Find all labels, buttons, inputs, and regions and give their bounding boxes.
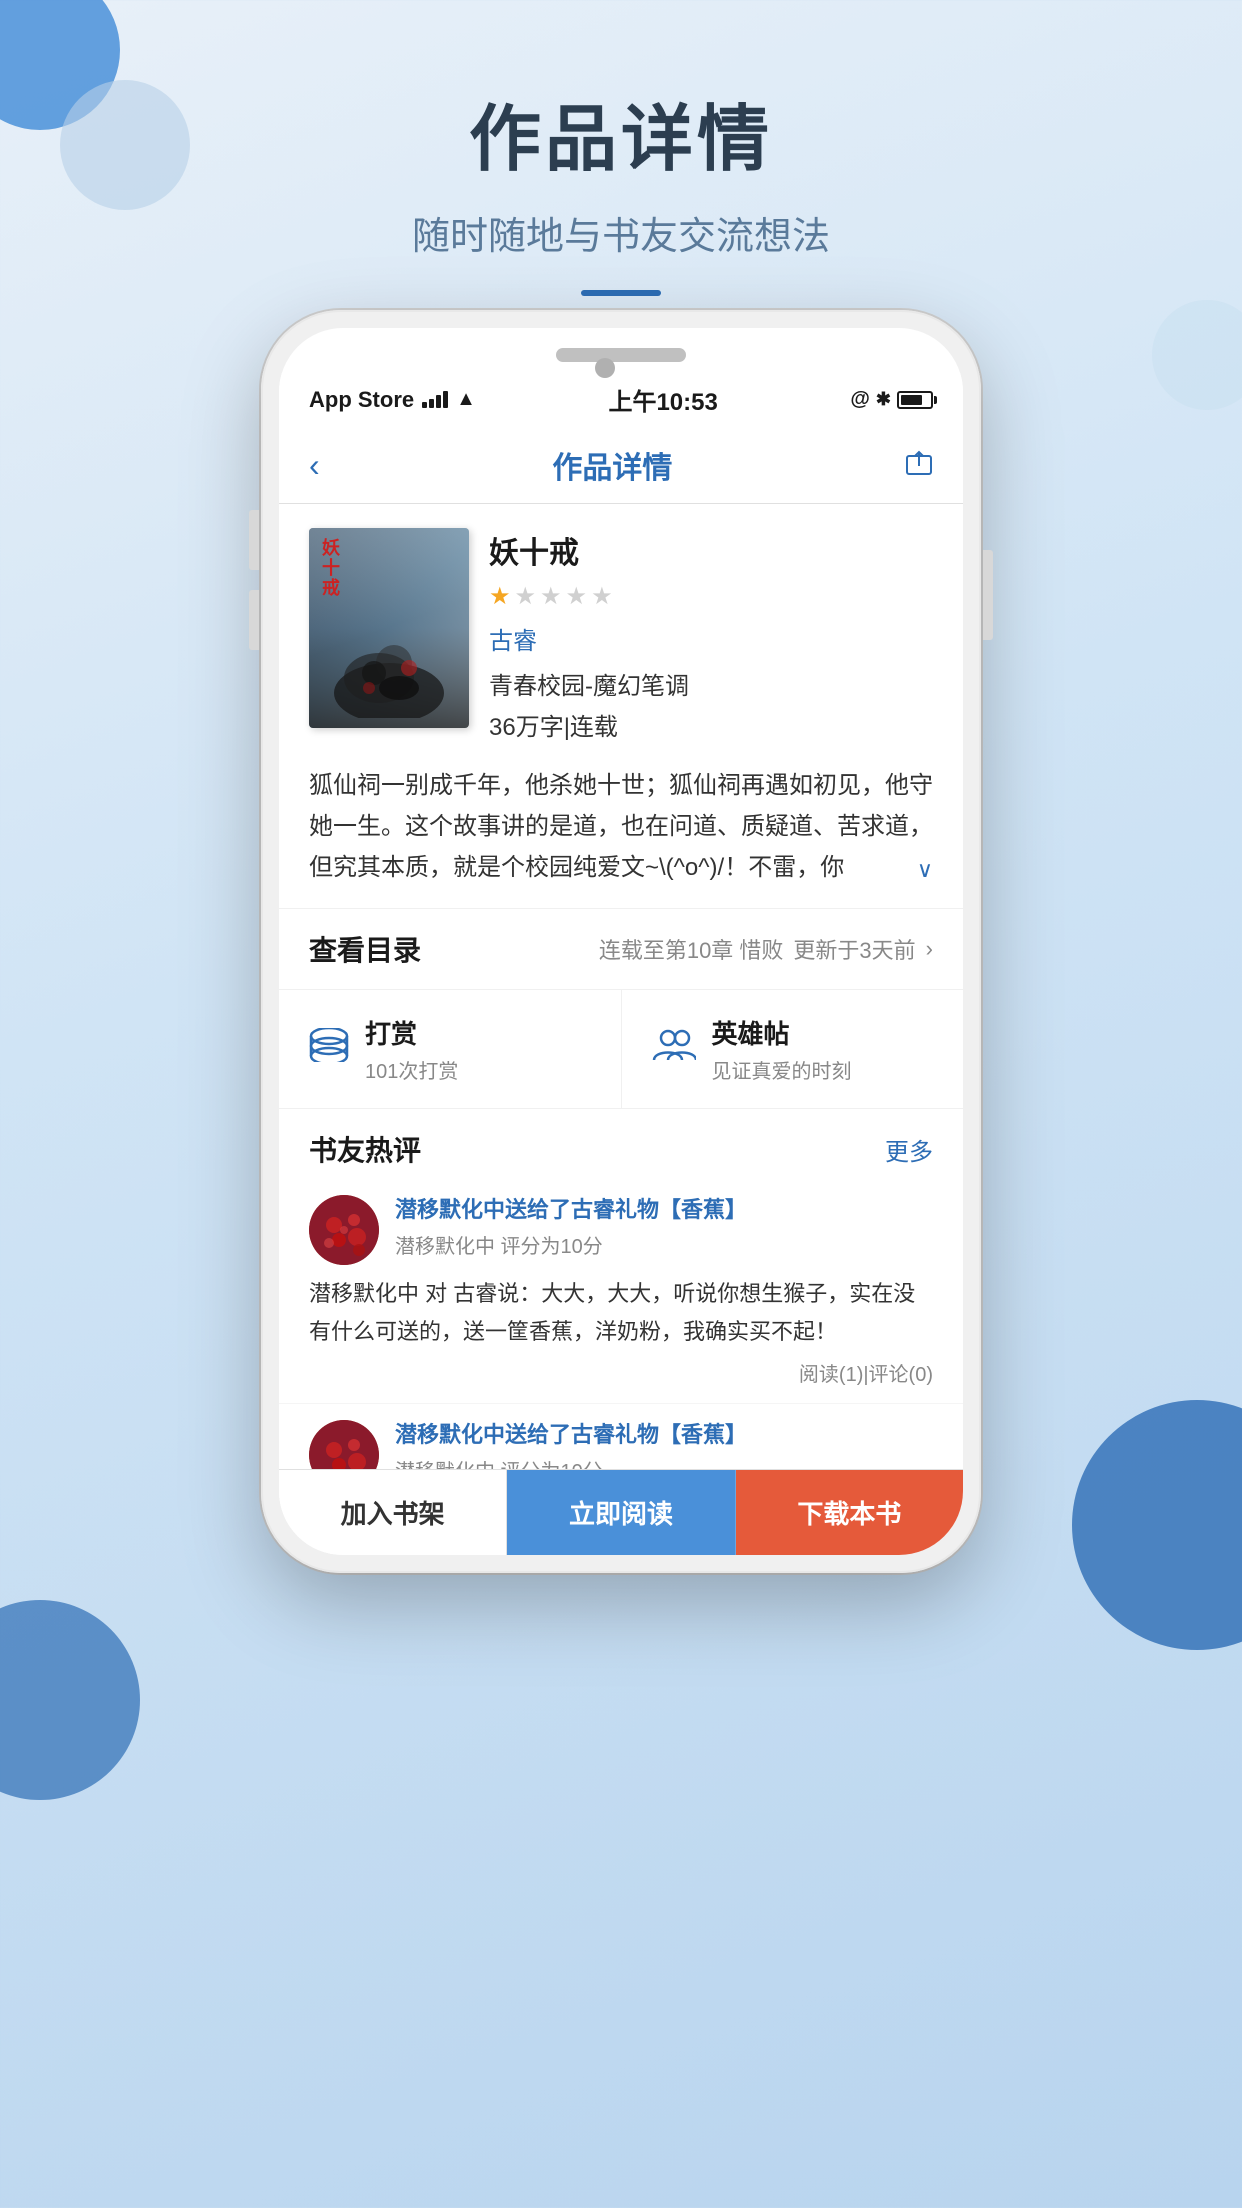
reviews-more-button[interactable]: 更多 (885, 1132, 933, 1167)
location-icon: @ (850, 388, 870, 411)
power-button (983, 550, 993, 640)
volume-up-button (249, 510, 259, 570)
review-title-2[interactable]: 潜移默化中送给了古睿礼物【香蕉】 (395, 1420, 933, 1451)
star-1: ★ (489, 582, 511, 611)
catalog-label: 查看目录 (309, 929, 421, 969)
reviews-header: 书友热评 更多 (279, 1109, 963, 1179)
front-camera (595, 358, 615, 378)
review-meta: 潜移默化中送给了古睿礼物【香蕉】 潜移默化中 评分为10分 (395, 1195, 933, 1259)
review-header: 潜移默化中送给了古睿礼物【香蕉】 潜移默化中 评分为10分 (309, 1195, 933, 1265)
add-shelf-button[interactable]: 加入书架 (279, 1470, 507, 1555)
signal-icon (422, 391, 448, 408)
star-3: ★ (540, 582, 562, 611)
phone-top-area (279, 328, 963, 372)
book-description: 狐仙祠一别成千年，他杀她十世；狐仙祠再遇如初见，他守她一生。这个故事讲的是道，也… (279, 766, 963, 908)
wifi-icon: ▲ (456, 388, 476, 411)
reward-title: 打赏 (365, 1014, 458, 1051)
reviewer-avatar (309, 1195, 379, 1265)
rating-stars: ★ ★ ★ ★ ★ (489, 582, 933, 611)
review-footer: 阅读(1)|评论(0) (309, 1358, 933, 1387)
description-text: 狐仙祠一别成千年，他杀她十世；狐仙祠再遇如初见，他守她一生。这个故事讲的是道，也… (309, 772, 933, 881)
cover-art (329, 618, 449, 718)
hero-icon (652, 1028, 696, 1070)
book-details: 妖十戒 ★ ★ ★ ★ ★ 古睿 青春校园-魔幻笔调 36万字|连载 (489, 528, 933, 742)
catalog-chapter: 连载至第10章 惜败 (599, 933, 784, 965)
catalog-row[interactable]: 查看目录 连载至第10章 惜败 更新于3天前 › (279, 908, 963, 990)
book-title: 妖十戒 (489, 528, 933, 572)
catalog-info: 连载至第10章 惜败 更新于3天前 › (599, 933, 933, 965)
nav-title: 作品详情 (552, 443, 672, 487)
book-meta: 36万字|连载 (489, 707, 933, 742)
carrier-label: App Store (309, 387, 414, 413)
page-title: 作品详情 (0, 80, 1242, 185)
reward-icon (309, 1028, 349, 1070)
bg-decoration-4 (0, 1600, 140, 1800)
hero-action[interactable]: 英雄帖 见证真爱的时刻 (622, 990, 964, 1108)
time-display: 上午10:53 (608, 382, 717, 417)
reviews-title: 书友热评 (309, 1129, 421, 1169)
star-5: ★ (591, 582, 613, 611)
battery-icon (897, 391, 933, 409)
page-header: 作品详情 随时随地与书友交流想法 (0, 0, 1242, 296)
book-author[interactable]: 古睿 (489, 621, 933, 656)
download-button[interactable]: 下载本书 (736, 1470, 963, 1555)
review-title[interactable]: 潜移默化中送给了古睿礼物【香蕉】 (395, 1195, 933, 1226)
star-2: ★ (515, 582, 537, 611)
back-button[interactable]: ‹ (309, 447, 320, 484)
bg-decoration-3 (1152, 300, 1242, 410)
hero-text: 英雄帖 见证真爱的时刻 (712, 1014, 852, 1084)
bluetooth-icon: ✱ (876, 389, 891, 410)
actions-row: 打赏 101次打赏 (279, 990, 963, 1109)
content-area: 妖十戒 (279, 504, 963, 1555)
status-left: App Store ▲ (309, 387, 476, 413)
book-cover: 妖十戒 (309, 528, 469, 728)
catalog-update: 更新于3天前 (793, 933, 915, 965)
navigation-bar: ‹ 作品详情 (279, 427, 963, 504)
expand-icon[interactable]: ∨ (917, 851, 933, 888)
book-cover-image: 妖十戒 (309, 528, 469, 728)
cover-title-text: 妖十戒 (317, 538, 343, 598)
book-genre: 青春校园-魔幻笔调 (489, 666, 933, 701)
page-subtitle: 随时随地与书友交流想法 (0, 205, 1242, 260)
status-right: @ ✱ (850, 388, 933, 411)
phone-outer: App Store ▲ 上午10:53 @ ✱ (261, 310, 981, 1573)
volume-down-button (249, 590, 259, 650)
star-4: ★ (566, 582, 588, 611)
bottom-action-bar: 加入书架 立即阅读 下载本书 (279, 1469, 963, 1555)
review-user: 潜移默化中 评分为10分 (395, 1230, 933, 1259)
bg-decoration-5 (1072, 1400, 1242, 1650)
hero-sub: 见证真爱的时刻 (712, 1055, 852, 1084)
review-item: 潜移默化中送给了古睿礼物【香蕉】 潜移默化中 评分为10分 潜移默化中 对 古睿… (279, 1179, 963, 1404)
share-button[interactable] (905, 448, 933, 483)
read-now-button[interactable]: 立即阅读 (507, 1470, 735, 1555)
hero-title: 英雄帖 (712, 1014, 852, 1051)
status-bar: App Store ▲ 上午10:53 @ ✱ (279, 372, 963, 427)
review-body: 潜移默化中 对 古睿说：大大，大大，听说你想生猴子，实在没有什么可送的，送一筐香… (309, 1275, 933, 1350)
phone-screen: App Store ▲ 上午10:53 @ ✱ (279, 328, 963, 1555)
catalog-arrow: › (926, 936, 933, 962)
reward-text: 打赏 101次打赏 (365, 1014, 458, 1084)
reward-count: 101次打赏 (365, 1055, 458, 1084)
speaker-grille (556, 348, 686, 362)
avatar-image (309, 1195, 379, 1265)
book-info-section: 妖十戒 (279, 504, 963, 766)
phone-mockup: App Store ▲ 上午10:53 @ ✱ (261, 310, 981, 1573)
header-divider (581, 290, 661, 296)
reward-action[interactable]: 打赏 101次打赏 (279, 990, 622, 1108)
